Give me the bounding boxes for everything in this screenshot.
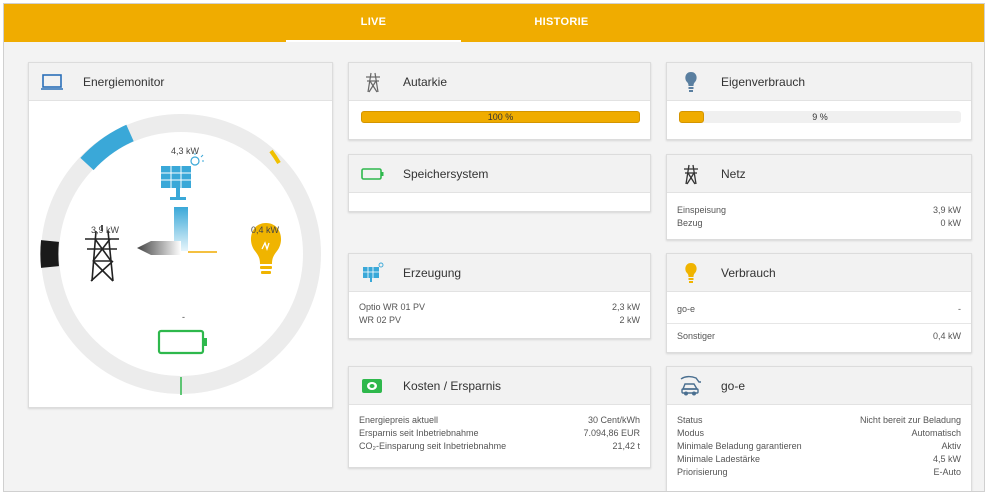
energiemonitor-card: Energiemonitor 4,3 kW 3,9 kW 0,4 kW - — [28, 62, 333, 408]
autarkie-card: Autarkie 100 % — [348, 62, 651, 140]
car-charger-icon — [680, 375, 701, 396]
power-tower-icon — [366, 72, 380, 93]
active-tab-indicator — [286, 40, 461, 42]
kosten-row: CO₂-Einsparung seit Inbetriebnahme 21,42… — [349, 441, 650, 454]
divider — [667, 323, 971, 324]
goe-row-label: Modus — [677, 428, 705, 438]
goe-row-value: Automatisch — [911, 428, 961, 438]
top-navigation: LIVE HISTORIE — [4, 4, 984, 42]
battery-power-value: - — [182, 312, 185, 322]
kosten-row-value: 21,42 t — [612, 441, 640, 451]
goe-row: Priorisierung E-Auto — [667, 467, 971, 480]
kosten-header: Kosten / Ersparnis — [349, 367, 650, 405]
netz-row-label: Einspeisung — [677, 205, 727, 215]
erzeugung-row-value: 2 kW — [619, 315, 640, 325]
goe-row-label: Priorisierung — [677, 467, 728, 477]
goe-row-label: Minimale Beladung garantieren — [677, 441, 802, 451]
eigenverbrauch-percent: 9 % — [812, 112, 828, 122]
eigenverbrauch-card: Eigenverbrauch 9 % — [666, 62, 972, 140]
solar-panel-icon — [161, 153, 204, 200]
speicher-header: Speichersystem — [349, 155, 650, 193]
autarkie-progress-bar: 100 % — [361, 111, 640, 123]
tab-live-label: LIVE — [360, 16, 387, 28]
bulb-icon — [685, 263, 697, 283]
tab-historie[interactable]: HISTORIE — [474, 4, 649, 42]
erzeugung-row-label: WR 02 PV — [359, 315, 402, 325]
erzeugung-row: Optio WR 01 PV 2,3 kW — [349, 302, 650, 315]
netz-header: Netz — [667, 155, 971, 193]
power-tower-icon — [684, 164, 698, 185]
kosten-row-label: Ersparnis seit Inbetriebnahme — [359, 428, 479, 438]
kosten-card: Kosten / Ersparnis Energiepreis aktuell … — [348, 366, 651, 468]
eigenverbrauch-progress-bar: 9 % — [679, 111, 961, 123]
goe-row: Modus Automatisch — [667, 428, 971, 441]
erzeugung-row-value: 2,3 kW — [611, 302, 640, 312]
goe-row-value: E-Auto — [933, 467, 961, 477]
goe-title: go-e — [721, 379, 746, 393]
app-frame: LIVE HISTORIE Energiemonitor 4,3 kW 3,9 … — [3, 3, 985, 492]
netz-row: Einspeisung 3,9 kW — [667, 205, 971, 218]
eigenverbrauch-title: Eigenverbrauch — [721, 75, 806, 89]
verbrauch-row-label: Sonstiger — [677, 331, 716, 341]
battery-icon — [157, 329, 207, 355]
kosten-row-label: CO₂-Einsparung seit Inbetriebnahme — [359, 441, 507, 451]
grid-flow-arrow — [137, 241, 181, 255]
energiemonitor-title: Energiemonitor — [83, 75, 165, 89]
battery-icon — [361, 168, 384, 180]
bulb-icon — [685, 72, 697, 92]
erzeugung-title: Erzeugung — [403, 266, 462, 280]
house-power-value: 0,4 kW — [251, 225, 280, 235]
solar-power-value: 4,3 kW — [171, 146, 200, 156]
autarkie-header: Autarkie — [349, 63, 650, 101]
solar-ring-segment — [80, 124, 134, 171]
solar-panel-icon — [363, 262, 384, 282]
goe-card: go-e Status Nicht bereit zur Beladung Mo… — [666, 366, 972, 491]
kosten-title: Kosten / Ersparnis — [403, 379, 502, 393]
goe-row: Status Nicht bereit zur Beladung — [667, 415, 971, 428]
verbrauch-row: go-e - — [667, 304, 971, 317]
goe-row-value: Aktiv — [941, 441, 961, 451]
grid-power-value: 3,9 kW — [91, 225, 120, 235]
erzeugung-header: Erzeugung — [349, 254, 650, 292]
verbrauch-row: Sonstiger 0,4 kW — [667, 331, 971, 344]
goe-header: go-e — [667, 367, 971, 405]
netz-row-value: 0 kW — [940, 218, 961, 228]
kosten-row: Ersparnis seit Inbetriebnahme 7.094,86 E… — [349, 428, 650, 441]
goe-row: Minimale Ladestärke 4,5 kW — [667, 454, 971, 467]
verbrauch-header: Verbrauch — [667, 254, 971, 292]
kosten-row-value: 7.094,86 EUR — [583, 428, 640, 438]
netz-row-label: Bezug — [677, 218, 703, 228]
goe-row: Minimale Beladung garantieren Aktiv — [667, 441, 971, 454]
netz-row-value: 3,9 kW — [932, 205, 961, 215]
monitor-icon — [41, 74, 63, 90]
verbrauch-row-label: go-e — [677, 304, 696, 314]
grid-ring-segment — [40, 240, 59, 268]
energiemonitor-header: Energiemonitor — [29, 63, 332, 101]
verbrauch-row-value: - — [958, 304, 961, 314]
verbrauch-row-value: 0,4 kW — [932, 331, 961, 341]
kosten-row-label: Energiepreis aktuell — [359, 415, 439, 425]
goe-row-value: 4,5 kW — [932, 454, 961, 464]
erzeugung-row: WR 02 PV 2 kW — [349, 315, 650, 328]
verbrauch-card: Verbrauch go-e - Sonstiger 0,4 kW — [666, 253, 972, 353]
erzeugung-row-label: Optio WR 01 PV — [359, 302, 426, 312]
autarkie-title: Autarkie — [403, 75, 448, 89]
tab-historie-label: HISTORIE — [534, 16, 589, 28]
kosten-row-value: 30 Cent/kWh — [587, 415, 640, 425]
verbrauch-title: Verbrauch — [721, 266, 776, 280]
autarkie-percent: 100 % — [487, 112, 514, 122]
netz-card: Netz Einspeisung 3,9 kW Bezug 0 kW — [666, 154, 972, 240]
erzeugung-card: Erzeugung Optio WR 01 PV 2,3 kW WR 02 PV… — [348, 253, 651, 339]
netz-row: Bezug 0 kW — [667, 218, 971, 231]
goe-row-label: Minimale Ladestärke — [677, 454, 761, 464]
goe-row-value: Nicht bereit zur Beladung — [859, 415, 961, 425]
speicher-title: Speichersystem — [403, 167, 489, 181]
netz-title: Netz — [721, 167, 746, 181]
money-icon — [362, 379, 382, 393]
speicher-card: Speichersystem — [348, 154, 651, 212]
goe-row-label: Status — [677, 415, 703, 425]
eigenverbrauch-header: Eigenverbrauch — [667, 63, 971, 101]
tab-live[interactable]: LIVE — [286, 4, 461, 42]
kosten-row: Energiepreis aktuell 30 Cent/kWh — [349, 415, 650, 428]
